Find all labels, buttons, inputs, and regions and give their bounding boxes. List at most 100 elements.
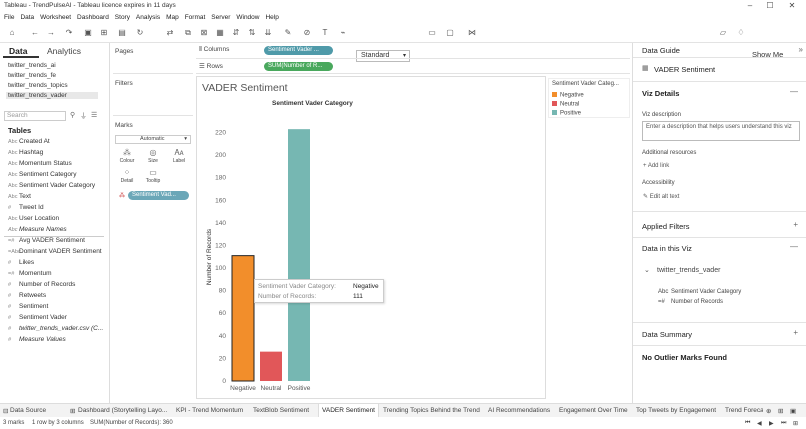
viz-description-input[interactable]: Enter a description that helps users und… <box>642 121 800 141</box>
menu-data[interactable]: Data <box>20 12 34 23</box>
new-story-icon[interactable]: ▣ <box>790 407 796 415</box>
sheet-tab[interactable]: Trending Topics Behind the Trend <box>383 407 480 414</box>
redo-icon[interactable]: ↷ <box>64 28 74 38</box>
sheet-tab[interactable]: Engagement Over Time <box>559 407 628 414</box>
menu-analysis[interactable]: Analysis <box>136 12 160 23</box>
new-dashboard-icon[interactable]: ⊞ <box>778 407 783 415</box>
sheet-tab[interactable]: Trend Forecas <box>725 407 763 414</box>
duplicate-icon[interactable]: ⧉ <box>183 28 193 38</box>
field-item[interactable]: # Tweet Id <box>8 204 44 211</box>
mark-type-select[interactable]: Automatic ▾ <box>115 135 191 144</box>
field-item[interactable]: # Measure Values <box>8 336 66 343</box>
field-search-input[interactable]: Search <box>4 111 66 121</box>
bar-negative[interactable] <box>231 255 255 382</box>
new-datasource-icon[interactable]: ⊞ <box>99 28 109 38</box>
label-button[interactable]: 🗛 Label <box>167 148 191 165</box>
tab-analytics[interactable]: Analytics <box>47 46 81 56</box>
tab-data[interactable]: Data <box>9 46 27 56</box>
search-icon[interactable]: ⚲ <box>70 111 75 119</box>
field-item[interactable]: Abc Text <box>8 193 31 200</box>
menu-file[interactable]: File <box>4 12 14 23</box>
minimize-icon[interactable]: – <box>740 1 760 10</box>
datasource-item[interactable]: twitter_trends_ai <box>8 62 56 69</box>
field-item[interactable]: # Number of Records <box>8 281 75 288</box>
menu-server[interactable]: Server <box>211 12 230 23</box>
field-item[interactable]: =# Momentum <box>8 270 52 277</box>
field-item[interactable]: # Retweets <box>8 292 46 299</box>
sheet-tab-active[interactable]: VADER Sentiment <box>318 404 379 417</box>
rows-pill[interactable]: SUM(Number of R... <box>264 62 333 71</box>
datasource-item[interactable]: twitter_trends_topics <box>8 82 68 89</box>
presentation-icon[interactable]: ▢ <box>445 28 455 38</box>
field-item[interactable]: Abc Momentum Status <box>8 160 72 167</box>
menu-format[interactable]: Format <box>185 12 206 23</box>
home-icon[interactable]: ⌂ <box>7 28 17 38</box>
collapse-icon[interactable]: — <box>790 242 798 251</box>
nav-prev-icon[interactable]: ◀ <box>757 420 762 427</box>
field-item[interactable]: # Sentiment <box>8 303 48 310</box>
maximize-icon[interactable]: ☐ <box>760 1 780 10</box>
sheet-tab[interactable]: Dashboard (Storytelling Layo... <box>78 407 167 414</box>
field-item[interactable]: Abc Measure Names <box>8 226 67 233</box>
pin-icon[interactable]: ⊘ <box>302 28 312 38</box>
filters-shelf[interactable] <box>113 78 193 116</box>
field-item[interactable]: Abc Sentiment Category <box>8 171 76 178</box>
bar-neutral[interactable] <box>260 351 282 381</box>
highlight-icon[interactable]: ✎ <box>283 28 293 38</box>
label-icon[interactable]: T <box>320 28 330 38</box>
sheet-tab[interactable]: AI Recommendations <box>488 407 550 414</box>
nav-next-icon[interactable]: ▶ <box>769 420 774 427</box>
field-item[interactable]: =# Avg VADER Sentiment <box>8 237 85 244</box>
sort-desc-icon[interactable]: ⇊ <box>263 28 273 38</box>
field-item[interactable]: # Likes <box>8 259 34 266</box>
chevron-down-icon[interactable]: ⌄ <box>644 266 650 274</box>
menu-window[interactable]: Window <box>236 12 259 23</box>
filter-icon[interactable]: ⏚ <box>80 111 87 121</box>
nav-first-icon[interactable]: ⏮ <box>745 420 750 427</box>
sort-asc-icon[interactable]: ⇅ <box>247 28 257 38</box>
detail-button[interactable]: ⁘ Detail <box>115 168 139 185</box>
legend-item-positive[interactable]: Positive <box>552 110 581 117</box>
pages-shelf[interactable] <box>113 46 193 74</box>
share-icon[interactable]: ⋈ <box>467 28 477 38</box>
comment-icon[interactable]: ▱ <box>718 28 728 38</box>
group-icon[interactable]: ▦ <box>215 28 225 38</box>
fit-select[interactable]: Standard ▾ <box>356 50 410 62</box>
colour-button[interactable]: ⁂ Colour <box>115 148 139 165</box>
field-item[interactable]: Abc User Location <box>8 215 59 222</box>
new-worksheet-icon[interactable]: ▤ <box>117 28 127 38</box>
legend-item-neutral[interactable]: Neutral <box>552 101 579 108</box>
menu-map[interactable]: Map <box>166 12 179 23</box>
forward-icon[interactable]: → <box>46 28 56 38</box>
field-item[interactable]: Abc Created At <box>8 138 50 145</box>
edit-alt-text-button[interactable]: ✎ Edit alt text <box>643 193 679 200</box>
back-icon[interactable]: ← <box>30 28 40 38</box>
tooltip-button[interactable]: ▭ Tooltip <box>141 168 165 185</box>
swap-rows-cols-icon[interactable]: ⇵ <box>231 28 241 38</box>
clear-icon[interactable]: ⊠ <box>199 28 209 38</box>
save-icon[interactable]: ▣ <box>83 28 93 38</box>
menu-worksheet[interactable]: Worksheet <box>40 12 71 23</box>
show-cards-icon[interactable]: ▭ <box>427 28 437 38</box>
field-item[interactable]: # twitter_trends_vader.csv (C... <box>8 325 103 332</box>
swap-icon[interactable]: ⇄ <box>165 28 175 38</box>
field-item[interactable]: Abc Sentiment Vader Category <box>8 182 95 189</box>
field-item[interactable]: Abc Hashtag <box>8 149 43 156</box>
sheet-tab[interactable]: TextBlob Sentiment <box>253 407 309 414</box>
nav-last-icon[interactable]: ⏭ <box>781 420 786 427</box>
add-link-button[interactable]: + Add link <box>643 163 669 169</box>
tab-data-source[interactable]: Data Source <box>10 407 46 414</box>
view-options-icon[interactable]: ☰ <box>91 111 97 119</box>
menu-help[interactable]: Help <box>265 12 278 23</box>
size-button[interactable]: ◎ Size <box>141 148 165 165</box>
collapse-icon[interactable]: — <box>790 87 798 96</box>
grid-view-icon[interactable]: ⊞ <box>793 420 798 427</box>
marks-colour-pill[interactable]: Sentiment Vad... <box>128 191 189 200</box>
legend-item-negative[interactable]: Negative <box>552 92 584 99</box>
collapse-icon[interactable]: » <box>799 45 803 54</box>
menu-story[interactable]: Story <box>115 12 130 23</box>
datasource-item-selected[interactable]: twitter_trends_vader <box>6 92 98 99</box>
fix-axes-icon[interactable]: ⌁ <box>338 28 348 38</box>
expand-icon[interactable]: + <box>793 220 798 229</box>
expand-icon[interactable]: + <box>793 328 798 337</box>
